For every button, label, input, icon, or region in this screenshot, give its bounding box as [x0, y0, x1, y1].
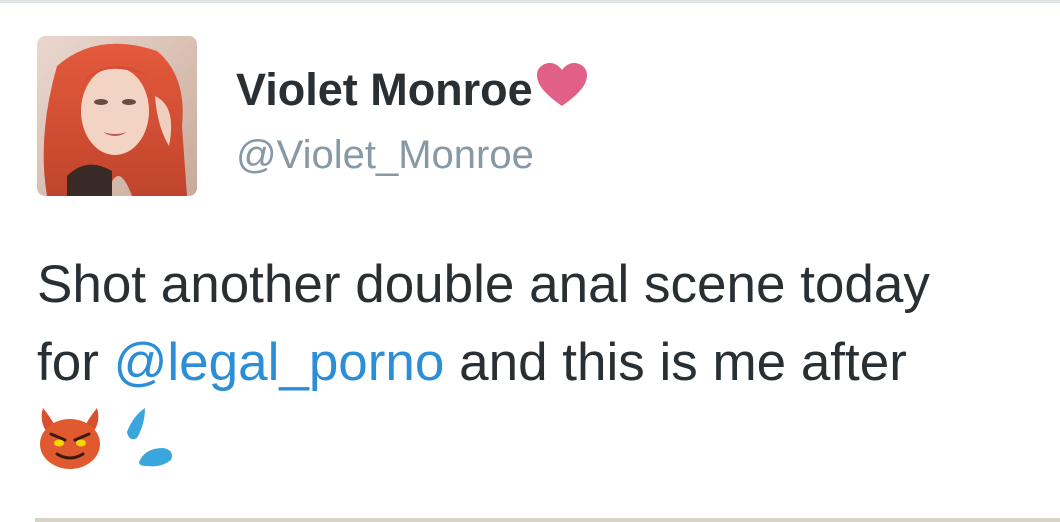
sweat-droplets-icon: [127, 408, 172, 467]
bottom-divider: [35, 518, 1060, 522]
imp-icon: [40, 408, 100, 469]
top-divider: [0, 0, 1060, 3]
tweet-text-line-1: Shot another double anal scene today: [37, 255, 930, 314]
tweet-text: Shot another double anal scene today for…: [37, 246, 1047, 402]
display-name[interactable]: Violet Monroe: [236, 62, 589, 118]
tweet-text-suffix: and this is me after: [444, 333, 907, 392]
heart-icon: [536, 63, 587, 106]
tweet-text-line-2: for @legal_porno and this is me after: [37, 324, 1047, 402]
tweet-text-prefix: for: [37, 333, 114, 392]
user-handle[interactable]: @Violet_Monroe: [236, 131, 534, 179]
profile-photo-icon: [37, 36, 197, 196]
avatar[interactable]: [37, 36, 197, 196]
display-name-text: Violet Monroe: [236, 64, 533, 115]
mention-link[interactable]: @legal_porno: [114, 333, 445, 392]
emoji-row: [37, 400, 179, 470]
